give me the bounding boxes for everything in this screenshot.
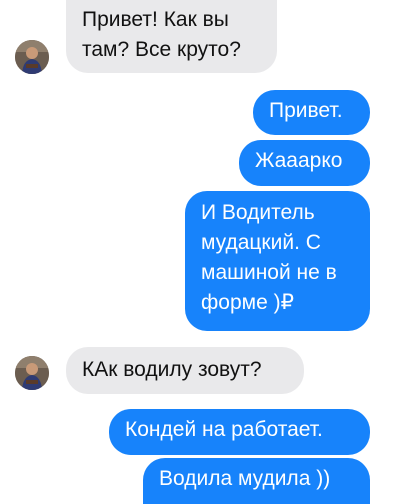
contact-avatar[interactable]: [15, 40, 49, 74]
avatar-photo-icon: [15, 356, 49, 390]
avatar-photo-icon: [15, 40, 49, 74]
outgoing-message[interactable]: Привет.: [253, 90, 370, 135]
outgoing-message[interactable]: Жааарко: [239, 140, 370, 186]
incoming-message[interactable]: Привет! Как вы там? Все круто?: [66, 0, 277, 73]
incoming-message[interactable]: КАк водилу зовут?: [66, 347, 304, 394]
outgoing-message[interactable]: Водила мудила )): [143, 458, 370, 504]
outgoing-message[interactable]: Кондей на работает.: [109, 409, 370, 455]
contact-avatar[interactable]: [15, 356, 49, 390]
chat-thread: Привет! Как вы там? Все круто? Привет. Ж…: [0, 0, 400, 504]
outgoing-message[interactable]: И Водитель мудацкий. С машиной не в форм…: [185, 191, 370, 331]
